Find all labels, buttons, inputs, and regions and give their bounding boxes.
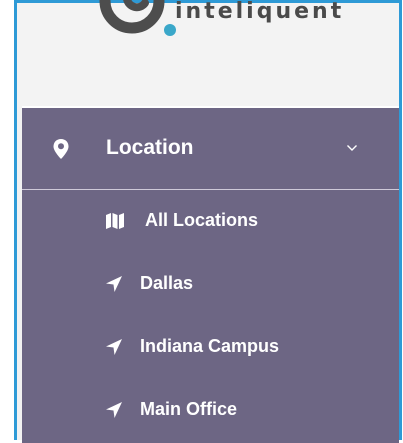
- chevron-down-icon[interactable]: [346, 144, 358, 152]
- menu-item-label: Indiana Campus: [140, 336, 280, 356]
- brand-logo-icon[interactable]: [87, 0, 187, 53]
- map-pin-icon: [53, 139, 69, 159]
- map-icon: [106, 213, 124, 229]
- menu-item-label: Main Office: [140, 399, 238, 419]
- menu-item-main-office[interactable]: Main Office: [22, 381, 399, 437]
- menu-item-indiana-campus[interactable]: Indiana Campus: [22, 318, 399, 374]
- logo-area: inteliquent: [17, 0, 399, 107]
- location-section-label: Location: [106, 136, 194, 159]
- location-menu: Location All Locations Dallas Indiana Ca…: [22, 106, 399, 443]
- menu-item-label: All Locations: [145, 210, 259, 230]
- screenshot-frame: inteliquent Location All Locations Dalla…: [0, 0, 403, 443]
- menu-item-all-locations[interactable]: All Locations: [22, 192, 399, 248]
- menu-item-dallas[interactable]: Dallas: [22, 255, 399, 311]
- menu-item-label: Dallas: [140, 273, 194, 293]
- location-arrow-icon: [106, 276, 122, 292]
- frame-border-right: [399, 0, 402, 440]
- location-section-header[interactable]: Location: [22, 106, 399, 190]
- brand-logo-text: inteliquent: [175, 0, 345, 24]
- sidebar: inteliquent Location All Locations Dalla…: [17, 0, 399, 443]
- location-arrow-icon: [106, 402, 122, 418]
- location-arrow-icon: [106, 339, 122, 355]
